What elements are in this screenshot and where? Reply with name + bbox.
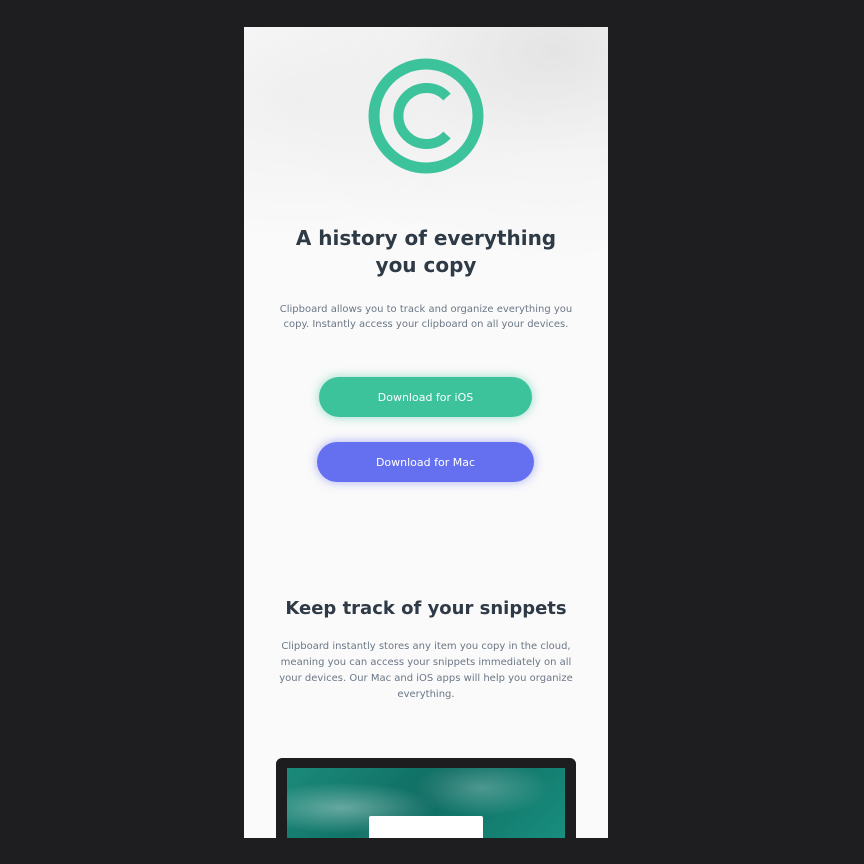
laptop-image — [276, 758, 576, 838]
snippets-description: Clipboard instantly stores any item you … — [279, 641, 573, 700]
laptop-screen — [287, 768, 565, 838]
hero-description: Clipboard allows you to track and organi… — [279, 304, 573, 330]
app-window — [369, 816, 483, 838]
download-mac-button[interactable]: Download for Mac — [317, 442, 534, 482]
snippets-title: Keep track of your snippets — [285, 598, 567, 619]
copyright-logo-icon — [368, 58, 484, 174]
hero-title: A history of everything you copy — [295, 226, 557, 277]
mobile-page: A history of everything you copy Clipboa… — [244, 27, 608, 838]
download-ios-button[interactable]: Download for iOS — [319, 377, 532, 417]
